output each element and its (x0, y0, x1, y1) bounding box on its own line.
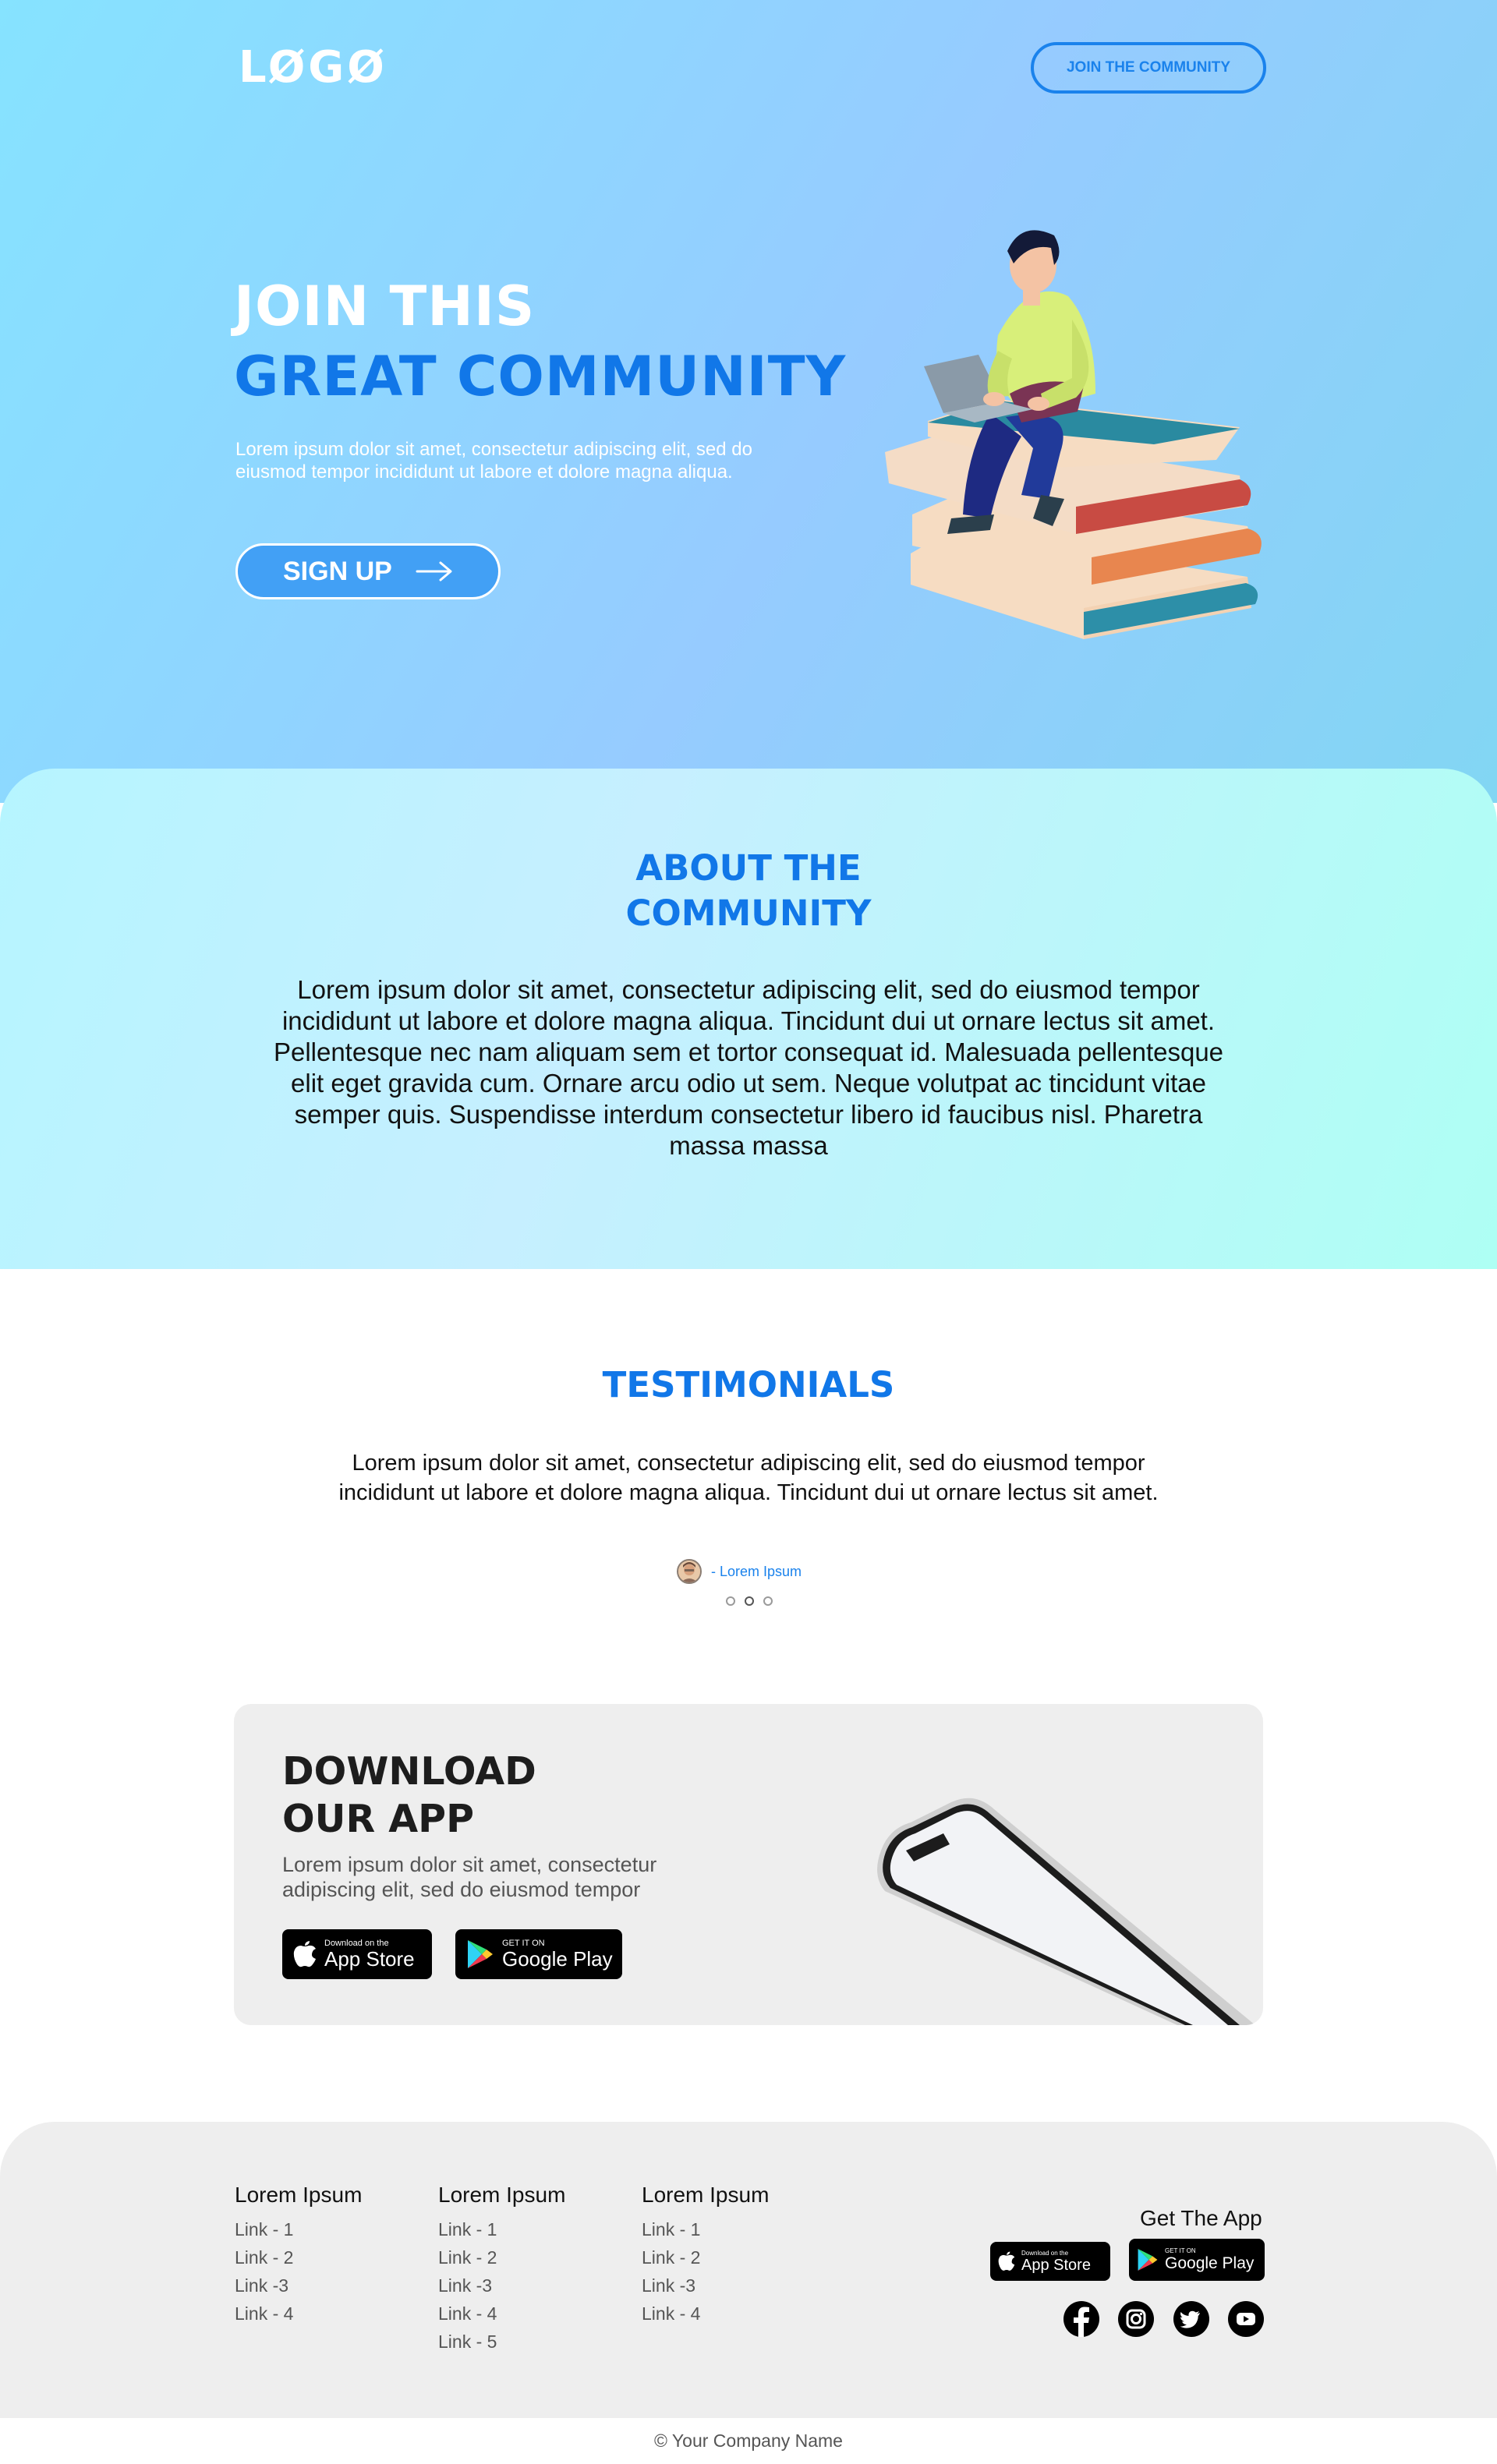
carousel-dot-2[interactable] (745, 1596, 754, 1606)
footer-link[interactable]: Link - 1 (438, 2215, 565, 2243)
google-play-icon (468, 1940, 493, 1968)
google-play-icon (1138, 2249, 1158, 2271)
copyright: © Your Company Name (654, 2430, 843, 2451)
hero-title-line2: GREAT COMMUNITY (234, 345, 847, 408)
avatar (677, 1559, 702, 1584)
footer-column-title: Lorem Ipsum (642, 2183, 770, 2207)
footer-link[interactable]: Link - 2 (235, 2243, 362, 2271)
hero-description: Lorem ipsum dolor sit amet, consectetur … (235, 439, 752, 483)
footer-column-2: Lorem Ipsum Link - 1 Link - 2 Link -3 Li… (438, 2183, 565, 2356)
instagram-icon[interactable] (1118, 2301, 1154, 2337)
carousel-dot-1[interactable] (726, 1596, 735, 1606)
footer-column-1: Lorem Ipsum Link - 1 Link - 2 Link -3 Li… (235, 2183, 362, 2328)
testimonial-author-name: - Lorem Ipsum (711, 1563, 802, 1579)
avatar-face-icon (678, 1561, 700, 1582)
hero-section: LØGØ JOIN THE COMMUNITY JOIN THIS GREAT … (0, 0, 1497, 803)
testimonials-title: TESTIMONIALS (602, 1364, 895, 1405)
person-reading-on-books-illustration (885, 230, 1262, 639)
footer-link[interactable]: Link -3 (438, 2271, 565, 2300)
hero-title-line1: JOIN THIS (234, 274, 536, 338)
google-play-big-text: Google Play (502, 1947, 613, 1971)
arrow-right-icon (416, 561, 452, 582)
footer-link[interactable]: Link - 4 (642, 2300, 769, 2328)
smartphone-illustration (877, 1798, 1255, 2025)
footer-app-store-small-text: Download on the (1021, 2249, 1069, 2257)
footer-app-store-button[interactable]: Download on the App Store (990, 2242, 1110, 2281)
app-store-button[interactable]: Download on the App Store (282, 1929, 432, 1979)
about-text: Lorem ipsum dolor sit amet, consectetur … (273, 975, 1224, 1160)
footer-link[interactable]: Link - 4 (438, 2300, 565, 2328)
about-title-line2: COMMUNITY (625, 893, 872, 934)
footer-link[interactable]: Link -3 (642, 2271, 769, 2300)
footer-link[interactable]: Link - 4 (235, 2300, 362, 2328)
footer-link[interactable]: Link -3 (235, 2271, 362, 2300)
about-title-line1: ABOUT THE (635, 847, 862, 889)
footer-link[interactable]: Link - 1 (235, 2215, 362, 2243)
join-community-button[interactable]: JOIN THE COMMUNITY (1031, 42, 1266, 94)
download-title-line2: OUR APP (282, 1797, 474, 1841)
sign-up-button[interactable]: SIGN UP (235, 543, 501, 599)
apple-icon (998, 2251, 1015, 2271)
footer-link[interactable]: Link - 2 (642, 2243, 769, 2271)
download-description: Lorem ipsum dolor sit amet, consectetur … (282, 1853, 657, 1901)
testimonial-author: - Lorem Ipsum (677, 1559, 802, 1584)
download-title-line1: DOWNLOAD (282, 1749, 536, 1794)
carousel-dot-3[interactable] (763, 1596, 773, 1606)
footer-column-3: Lorem Ipsum Link - 1 Link - 2 Link -3 Li… (642, 2183, 769, 2328)
sign-up-label: SIGN UP (283, 556, 392, 586)
footer-link[interactable]: Link - 5 (438, 2328, 565, 2356)
download-app-section: DOWNLOAD OUR APP Lorem ipsum dolor sit a… (234, 1704, 1263, 2025)
testimonial-quote: Lorem ipsum dolor sit amet, consectetur … (338, 1451, 1159, 1505)
footer-google-play-button[interactable]: GET IT ON Google Play (1129, 2239, 1265, 2281)
app-store-big-text: App Store (324, 1947, 415, 1971)
footer-column-title: Lorem Ipsum (438, 2183, 566, 2207)
download-title: DOWNLOAD OUR APP (282, 1748, 536, 1843)
google-play-button[interactable]: GET IT ON Google Play (455, 1929, 622, 1979)
footer-google-play-big-text: Google Play (1165, 2254, 1255, 2272)
footer-link[interactable]: Link - 1 (642, 2215, 769, 2243)
get-app-label: Get The App (1140, 2206, 1262, 2230)
youtube-icon[interactable] (1228, 2301, 1264, 2337)
footer-google-play-small-text: GET IT ON (1165, 2247, 1196, 2254)
footer-link[interactable]: Link - 2 (438, 2243, 565, 2271)
about-title: ABOUT THE COMMUNITY (0, 846, 1497, 936)
twitter-icon[interactable] (1173, 2301, 1209, 2337)
logo[interactable]: LØGØ (239, 42, 388, 93)
carousel-dots (726, 1596, 773, 1606)
apple-icon (293, 1941, 316, 1967)
footer-app-store-big-text: App Store (1021, 2256, 1091, 2274)
facebook-icon[interactable] (1063, 2301, 1099, 2337)
footer-column-title: Lorem Ipsum (235, 2183, 363, 2207)
